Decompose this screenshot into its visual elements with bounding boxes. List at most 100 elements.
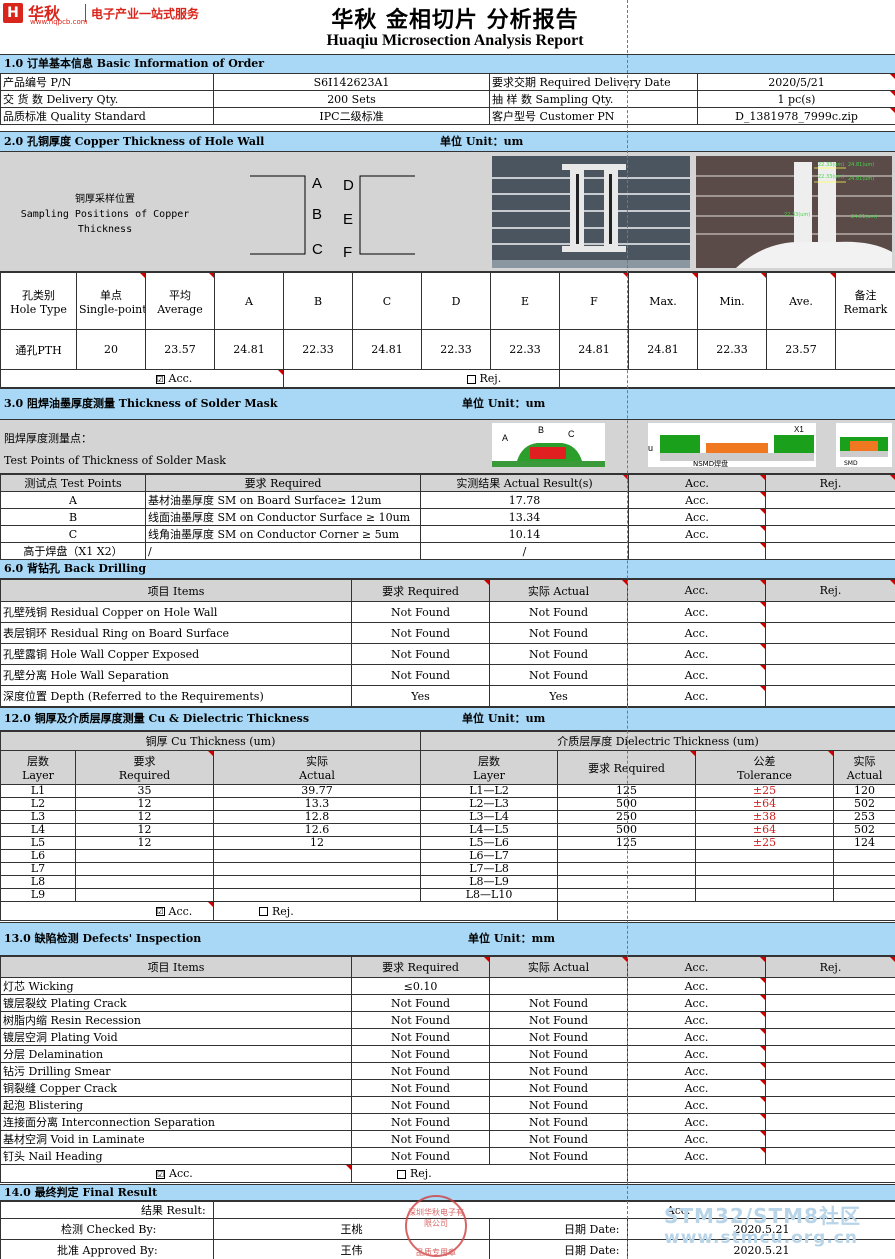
column-header: Min. [697,272,767,330]
table-cell: Acc. [627,1079,766,1097]
table-cell: Acc. [627,977,766,995]
checkbox-checked-icon[interactable]: ☑ [156,1169,165,1179]
table-cell: S6I142623A1 [213,73,490,91]
checkbox-empty-icon[interactable] [259,907,268,916]
table-cell: Acc. [627,664,766,686]
table-cell: 22.33 [283,329,353,370]
column-header: F [559,272,629,330]
table-cell: 产品编号 P/N [0,73,214,91]
table-cell: Not Found [489,1011,628,1029]
table-cell: 12.8 [212,810,422,824]
table-row: 镀层空洞 Plating Void Not Found Not Found Acc. [0,1028,895,1046]
column-header: Rej. [765,956,895,978]
table-cell: L4—L5 [420,823,559,837]
svg-text:B: B [538,425,544,435]
svg-text:22.33(um): 22.33(um) [784,212,810,218]
table-cell: L8 [0,875,76,889]
table-row: 钻污 Drilling Smear Not Found Not Found Acc. [0,1062,895,1080]
table-cell: L2 [0,797,76,811]
checkbox-empty-icon[interactable] [397,1169,406,1179]
table-cell: 线角油墨厚度 SM on Conductor Corner ≥ 5um [145,525,421,543]
table-cell: 13.3 [212,797,422,811]
table-cell: 基材油墨厚度 SM on Board Surface≥ 12um [145,491,421,509]
logo-divider [85,4,86,22]
table-cell: L7 [0,862,76,876]
table-cell: 铜裂缝 Copper Crack [0,1079,352,1097]
table-cell [765,1130,895,1148]
table-cell: 要求交期 Required Delivery Date [489,73,698,91]
table-cell: ±64 [695,797,835,811]
column-header: 项目 Items [0,956,352,978]
date-label: 日期 Date: [489,1218,628,1240]
svg-text:X1: X1 [794,425,804,434]
table-row: L2 12 13.3 L2—L3 500 ±64 502 [0,797,895,811]
table-cell: Not Found [351,1147,490,1165]
table-cell: 深度位置 Depth (Referred to the Requirements… [0,685,352,707]
table-cell: 13.34 [420,508,629,526]
table-cell: Not Found [489,994,628,1012]
table-cell: 树脂内缩 Resin Recession [0,1011,352,1029]
unit-label: 单位 Unit：um [440,135,524,148]
column-header: Rej. [765,579,895,602]
rej-checkbox[interactable]: Rej. [351,1164,628,1183]
table-cell: 通孔PTH [0,329,77,370]
table-row: 起泡 Blistering Not Found Not Found Acc. [0,1096,895,1114]
rej-checkbox[interactable]: Rej. [421,369,560,388]
table-cell: 12 [212,836,422,850]
table-cell: ±25 [695,836,835,850]
page-break-line [627,0,628,1259]
column-header: Acc. [627,579,766,602]
column-header: Acc. [628,474,766,492]
table-cell: 22.33 [421,329,491,370]
table-cell: ±25 [695,784,835,798]
microsection-image-2: 22.33(um) 24.81(um) 22.33(um) 24.81(um) … [696,156,892,268]
table-cell: 12.6 [212,823,422,837]
acc-checkbox[interactable]: ☑ Acc. [145,369,284,388]
table-cell [765,491,895,509]
column-header: 实际 Actual [489,579,628,602]
table-cell: 起泡 Blistering [0,1096,352,1114]
checkbox-checked-icon[interactable]: ☑ [155,374,165,384]
checkbox-checked-icon[interactable]: ☑ [155,907,165,916]
title-en: Huaqiu Microsection Analysis Report [326,32,584,49]
table-cell: Acc. [627,1130,766,1148]
position-letter: C [312,241,323,258]
column-header: 单点 Single-point [76,272,146,330]
table-cell: 分层 Delamination [0,1045,352,1063]
table-row: C 线角油墨厚度 SM on Conductor Corner ≥ 5um 10.1… [0,525,895,543]
table-cell: Acc. [627,994,766,1012]
logo-url: www.hqpcb.com [30,18,88,26]
acc-checkbox[interactable]: ☑ Acc. [0,1164,352,1183]
rej-checkbox[interactable]: Rej. [212,901,559,921]
position-letter: E [343,211,353,228]
table-row: L9 L8—L10 [0,888,895,902]
table-cell [765,542,895,560]
table-cell [695,849,835,863]
table-cell [833,862,895,876]
section-defects: 13.0 缺陷检测 Defects' Inspection 单位 Unit：mm [0,922,895,956]
column-header: D [421,272,491,330]
column-header: 备注 Remark [835,272,895,330]
table-cell: 12 [75,823,214,837]
column-header: 项目 Items [0,579,352,602]
column-header: 测试点 Test Points [0,474,146,492]
table-row: L5 12 12 L5—L6 125 ±25 124 [0,836,895,850]
table-row: B 线面油墨厚度 SM on Conductor Surface ≥ 10um 13… [0,508,895,526]
acc-checkbox[interactable]: ☑ Acc. [75,901,214,921]
table-cell [833,849,895,863]
table-cell: 线面油墨厚度 SM on Conductor Surface ≥ 10um [145,508,421,526]
table-cell: Acc. [627,643,766,665]
table-cell [765,643,895,665]
table-cell: Acc. [627,1113,766,1131]
table-cell: Acc. [627,1028,766,1046]
section-cu-dielectric: 12.0 铜厚及介质层厚度测量 Cu & Dielectric Thicknes… [0,707,895,731]
table-cell: 24.81 [352,329,422,370]
table-cell: 24.81 [628,329,698,370]
back-drilling-table: 项目 Items 要求 Required 实际 Actual Acc. Rej. 孔壁残铜… [0,579,895,707]
svg-text:24.81(um): 24.81(um) [851,214,877,220]
table-row: 灯芯 Wicking ≤0.10 Acc. [0,977,895,995]
checkbox-empty-icon[interactable] [466,374,476,384]
section-solder-mask: 3.0 阻焊油墨厚度测量 Thickness of Solder Mask 单位… [0,388,895,420]
column-header: Acc. [627,956,766,978]
position-letter: B [312,206,322,223]
